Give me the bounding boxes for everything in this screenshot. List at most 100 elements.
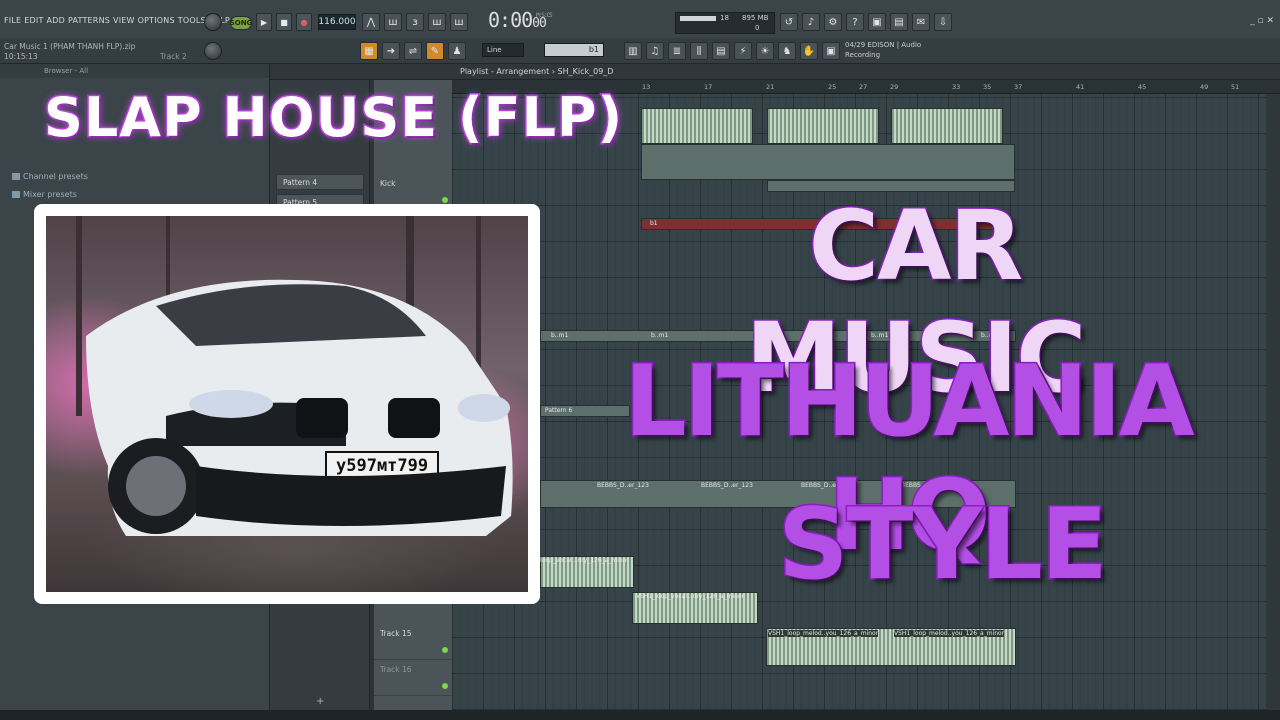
stop-button[interactable]: ■ bbox=[276, 13, 292, 31]
snap-select[interactable]: Line bbox=[482, 43, 524, 57]
mic-button[interactable]: ♪ bbox=[802, 13, 820, 31]
add-pattern-icon[interactable]: + bbox=[316, 696, 324, 707]
rack-icon: ▥ bbox=[628, 45, 638, 57]
master-pitch-knob[interactable] bbox=[204, 42, 222, 60]
chat-icon: ✉ bbox=[916, 16, 926, 28]
edison-button[interactable]: ▣ bbox=[822, 42, 840, 60]
ruler-tick: 49 bbox=[1200, 83, 1209, 91]
hand-icon: ✋ bbox=[802, 45, 816, 57]
audio-clip[interactable] bbox=[641, 108, 753, 144]
track-name: Kick bbox=[380, 179, 396, 188]
ruler-tick: 27 bbox=[859, 83, 868, 91]
piano-icon: ♫ bbox=[650, 45, 660, 57]
mixer-icon: ⇌ bbox=[408, 45, 418, 57]
menu-add[interactable]: ADD bbox=[47, 16, 65, 25]
save-button[interactable]: ▣ bbox=[868, 13, 886, 31]
record-icon: ● bbox=[300, 17, 308, 27]
step-edit-button[interactable]: ш bbox=[428, 13, 446, 31]
link-button[interactable]: ⚙ bbox=[824, 13, 842, 31]
playlist-button[interactable]: ≣ bbox=[668, 42, 686, 60]
export-button[interactable]: ⇩ bbox=[934, 13, 952, 31]
car-photo: у597мт799 bbox=[46, 216, 528, 592]
menu-view[interactable]: VIEW bbox=[113, 16, 135, 25]
browser-header: Browser - All bbox=[0, 64, 269, 78]
polyphony: 0 bbox=[755, 24, 760, 32]
mic-icon: ♪ bbox=[807, 16, 815, 28]
pencil-icon: ✎ bbox=[430, 45, 440, 57]
mixer-window-button[interactable]: ⫼ bbox=[690, 42, 708, 60]
arrow-button[interactable]: ➜ bbox=[382, 42, 400, 60]
menu-edit[interactable]: EDIT bbox=[24, 16, 43, 25]
track-header-15[interactable]: Track 15 bbox=[374, 624, 452, 660]
undo-button[interactable]: ↺ bbox=[780, 13, 798, 31]
browser-button[interactable]: ▤ bbox=[712, 42, 730, 60]
mixer-button[interactable]: ⇌ bbox=[404, 42, 422, 60]
snap-button[interactable]: ▦ bbox=[360, 42, 378, 60]
title-style: STYLE bbox=[777, 487, 1110, 604]
ruler-tick: 37 bbox=[1014, 83, 1023, 91]
playlist-header: Playlist - Arrangement › SH_Kick_09_D bbox=[270, 64, 1280, 80]
menu-bar: FILE EDIT ADD PATTERNS VIEW OPTIONS TOOL… bbox=[4, 16, 230, 25]
ruler-tick: 51 bbox=[1231, 83, 1240, 91]
window-controls[interactable]: _ ▫ ✕ bbox=[1250, 16, 1274, 26]
menu-options[interactable]: OPTIONS bbox=[138, 16, 175, 25]
clip-label: VSH1_loop_melod..you_126_a_minor bbox=[894, 630, 1005, 637]
menu-tools[interactable]: TOOLS bbox=[178, 16, 206, 25]
ruler-tick: 29 bbox=[890, 83, 899, 91]
browser-item-channel-presets[interactable]: Channel presets bbox=[12, 172, 88, 181]
cpu-meter: 18 895 MB 0 bbox=[675, 12, 775, 34]
stamp-icon: ♟ bbox=[452, 45, 462, 57]
wait-icon: ш bbox=[388, 16, 398, 28]
menu-patterns[interactable]: PATTERNS bbox=[68, 16, 110, 25]
pattern-item[interactable]: Pattern 4 bbox=[276, 174, 364, 190]
help-button[interactable]: ? bbox=[846, 13, 864, 31]
ruler-tick: 17 bbox=[704, 83, 713, 91]
ruler-tick: 25 bbox=[828, 83, 837, 91]
stamp-button[interactable]: ♟ bbox=[448, 42, 466, 60]
walk-icon: ♞ bbox=[782, 45, 792, 57]
tempo-tap-button[interactable]: ☀ bbox=[756, 42, 774, 60]
track-led[interactable] bbox=[442, 683, 448, 689]
ruler-tick: 35 bbox=[983, 83, 992, 91]
track-led[interactable] bbox=[442, 647, 448, 653]
browser-item-mixer-presets[interactable]: Mixer presets bbox=[12, 190, 77, 199]
channel-rack-button[interactable]: ▥ bbox=[624, 42, 642, 60]
metronome-button[interactable]: ⋀ bbox=[362, 13, 380, 31]
metronome-icon: ⋀ bbox=[366, 16, 376, 28]
render-button[interactable]: ▤ bbox=[890, 13, 908, 31]
hand-button[interactable]: ✋ bbox=[800, 42, 818, 60]
chat-button[interactable]: ✉ bbox=[912, 13, 930, 31]
play-button[interactable]: ▶ bbox=[256, 13, 272, 31]
pattern-clip[interactable] bbox=[641, 144, 1015, 180]
project-track: Track 2 bbox=[160, 52, 187, 61]
track-led[interactable] bbox=[442, 197, 448, 203]
ruler-tick: 21 bbox=[766, 83, 775, 91]
plugin-button[interactable]: ⚡ bbox=[734, 42, 752, 60]
tempo-display[interactable]: 116.000 bbox=[318, 14, 356, 30]
track-name: Track 16 bbox=[380, 665, 412, 674]
audio-clip[interactable] bbox=[891, 108, 1003, 144]
track-header-16[interactable]: Track 16 bbox=[374, 660, 452, 696]
edison-icon: ▣ bbox=[826, 45, 836, 57]
ruler-tick: 45 bbox=[1138, 83, 1147, 91]
record-button[interactable]: ● bbox=[296, 13, 312, 31]
vertical-scrollbar[interactable] bbox=[1266, 94, 1280, 710]
piano-roll-button[interactable]: ♫ bbox=[646, 42, 664, 60]
menu-file[interactable]: FILE bbox=[4, 16, 21, 25]
master-volume-knob[interactable] bbox=[204, 13, 222, 31]
pencil-button[interactable]: ✎ bbox=[426, 42, 444, 60]
pattern-selector[interactable]: b1 bbox=[544, 43, 604, 57]
audio-clip[interactable] bbox=[767, 108, 879, 144]
cpu-bar bbox=[680, 16, 716, 21]
clip-label: VSH1_loop_melod..you_126_a_minor bbox=[768, 630, 879, 637]
link-icon: ⚙ bbox=[828, 16, 838, 28]
stop-icon: ■ bbox=[280, 17, 288, 27]
song-mode-button[interactable]: SONG bbox=[230, 16, 252, 30]
ruler-tick: 41 bbox=[1076, 83, 1085, 91]
loop-record-button[interactable]: ш bbox=[450, 13, 468, 31]
record-mode-button[interactable]: ♞ bbox=[778, 42, 796, 60]
countdown-button[interactable]: з bbox=[406, 13, 424, 31]
folder-icon bbox=[12, 191, 20, 198]
wait-button[interactable]: ш bbox=[384, 13, 402, 31]
hint-line2: Recording bbox=[845, 51, 881, 59]
